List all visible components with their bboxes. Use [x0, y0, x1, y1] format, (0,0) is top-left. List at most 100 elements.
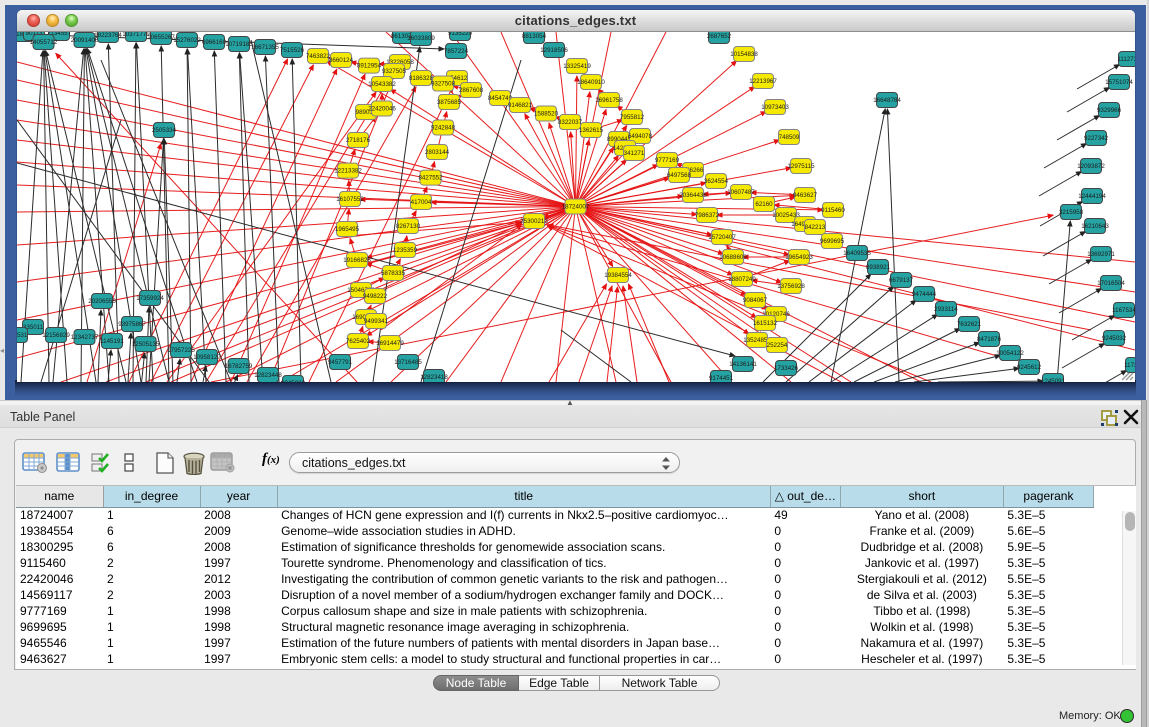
- svg-text:8471876: 8471876: [976, 336, 1001, 343]
- svg-text:6497568: 6497568: [666, 172, 691, 179]
- svg-text:9115460: 9115460: [821, 207, 845, 214]
- svg-text:341271: 341271: [623, 150, 644, 157]
- svg-text:8912954: 8912954: [356, 62, 381, 69]
- svg-text:3875685: 3875685: [436, 99, 461, 106]
- svg-text:1588520: 1588520: [533, 110, 558, 117]
- svg-text:16210643: 16210643: [1081, 223, 1109, 230]
- svg-text:15276022: 15276022: [173, 37, 201, 44]
- svg-text:8454749: 8454749: [487, 95, 512, 102]
- svg-text:12823418: 12823418: [420, 374, 448, 381]
- svg-text:8813054: 8813054: [521, 33, 546, 40]
- svg-text:391531: 391531: [17, 332, 28, 339]
- svg-text:1245091: 1245091: [1040, 378, 1065, 382]
- svg-text:9457791: 9457791: [327, 359, 352, 366]
- svg-text:18640910: 18640910: [577, 79, 605, 86]
- svg-text:2867608: 2867608: [458, 87, 483, 94]
- svg-text:1173546: 1173546: [1124, 362, 1135, 369]
- svg-text:13756928: 13756928: [777, 283, 805, 290]
- svg-text:1615132: 1615132: [752, 320, 777, 327]
- svg-text:9463627: 9463627: [792, 192, 817, 199]
- svg-text:8660124: 8660124: [328, 57, 353, 64]
- svg-text:1362615: 1362615: [578, 127, 603, 134]
- svg-text:10371779: 10371779: [122, 32, 150, 38]
- svg-text:8267130: 8267130: [395, 223, 420, 230]
- svg-text:15720407: 15720407: [708, 234, 736, 241]
- svg-text:16648784: 16648784: [873, 97, 901, 104]
- svg-text:14055712: 14055712: [29, 39, 57, 46]
- svg-text:12156829: 12156829: [42, 332, 70, 339]
- svg-text:7625402: 7625402: [345, 338, 370, 345]
- svg-text:10719185: 10719185: [225, 41, 253, 48]
- svg-text:13325419: 13325419: [563, 63, 591, 70]
- svg-text:10054122: 10054122: [996, 350, 1024, 357]
- svg-text:18724007: 18724007: [561, 203, 589, 210]
- svg-text:62160: 62160: [755, 201, 773, 208]
- svg-text:10973403: 10973403: [761, 104, 789, 111]
- svg-text:12093872: 12093872: [1077, 163, 1105, 170]
- svg-text:8938921: 8938921: [865, 264, 890, 271]
- svg-text:8427552: 8427552: [418, 174, 443, 181]
- svg-text:2687652: 2687652: [706, 33, 731, 40]
- svg-text:12213382: 12213382: [334, 167, 362, 174]
- svg-text:9245033: 9245033: [280, 380, 305, 382]
- svg-text:25300213: 25300213: [520, 218, 548, 225]
- svg-text:1965495: 1965495: [334, 226, 359, 233]
- svg-text:16409535: 16409535: [843, 250, 871, 257]
- svg-text:7515526: 7515526: [279, 47, 304, 54]
- svg-text:19384554: 19384554: [604, 272, 632, 279]
- svg-text:12975115: 12975115: [787, 163, 815, 170]
- svg-text:3624554: 3624554: [703, 178, 728, 185]
- svg-text:12823448: 12823448: [254, 372, 282, 379]
- svg-text:93975867: 93975867: [118, 321, 146, 328]
- svg-text:5878335: 5878335: [380, 270, 405, 277]
- svg-text:842213: 842213: [804, 224, 825, 231]
- svg-text:9084067: 9084067: [742, 297, 767, 304]
- svg-text:7632621: 7632621: [956, 321, 981, 328]
- svg-text:9327508: 9327508: [430, 80, 455, 87]
- svg-text:9329966: 9329966: [1096, 107, 1121, 114]
- svg-text:1733426: 1733426: [773, 365, 798, 372]
- svg-text:22420046: 22420046: [368, 105, 396, 112]
- svg-text:417004: 417004: [410, 199, 431, 206]
- svg-text:2718176: 2718176: [345, 137, 370, 144]
- svg-text:10958127: 10958127: [193, 354, 221, 361]
- svg-text:9242848: 9242848: [430, 124, 455, 131]
- svg-text:9327505: 9327505: [381, 68, 406, 75]
- svg-text:10688609: 10688609: [719, 254, 747, 261]
- svg-text:15751074: 15751074: [1105, 79, 1133, 86]
- svg-text:9777169: 9777169: [654, 157, 679, 164]
- svg-text:18807249: 18807249: [728, 276, 756, 283]
- svg-text:17359924: 17359924: [136, 295, 164, 302]
- svg-text:14136141: 14136141: [729, 361, 757, 368]
- svg-text:2933114: 2933114: [934, 306, 958, 313]
- svg-text:10655267: 10655267: [147, 34, 175, 41]
- svg-text:20364436: 20364436: [679, 192, 707, 199]
- svg-text:252254: 252254: [766, 342, 787, 349]
- svg-text:16107552: 16107552: [336, 196, 364, 203]
- svg-text:20206556: 20206556: [88, 298, 116, 305]
- svg-text:16961758: 16961758: [595, 97, 623, 104]
- svg-text:10543382: 10543382: [368, 81, 396, 88]
- svg-text:2505334: 2505334: [151, 127, 176, 134]
- svg-text:12213967: 12213967: [749, 78, 777, 85]
- svg-text:1112734: 1112734: [1117, 56, 1135, 63]
- svg-text:9135220: 9135220: [447, 32, 472, 37]
- svg-text:18223764: 18223764: [94, 32, 122, 39]
- svg-text:19166825: 19166825: [343, 257, 371, 264]
- svg-text:7955812: 7955812: [619, 114, 644, 121]
- svg-text:12505135: 12505135: [131, 341, 159, 348]
- svg-text:9174451: 9174451: [708, 375, 733, 382]
- svg-text:9499341: 9499341: [363, 318, 388, 325]
- svg-text:8322037: 8322037: [557, 119, 582, 126]
- svg-text:12918506: 12918506: [540, 47, 568, 54]
- svg-text:10607487: 10607487: [727, 189, 755, 196]
- svg-text:9699695: 9699695: [819, 238, 844, 245]
- svg-text:7857224: 7857224: [443, 48, 468, 55]
- svg-text:13716485: 13716485: [394, 359, 422, 366]
- svg-text:9498222: 9498222: [362, 293, 387, 300]
- svg-text:10154838: 10154838: [730, 51, 758, 58]
- svg-text:6494078: 6494078: [627, 133, 652, 140]
- svg-text:12444194: 12444194: [1078, 193, 1106, 200]
- svg-text:1235359: 1235359: [392, 247, 417, 254]
- svg-text:1145191: 1145191: [100, 338, 124, 345]
